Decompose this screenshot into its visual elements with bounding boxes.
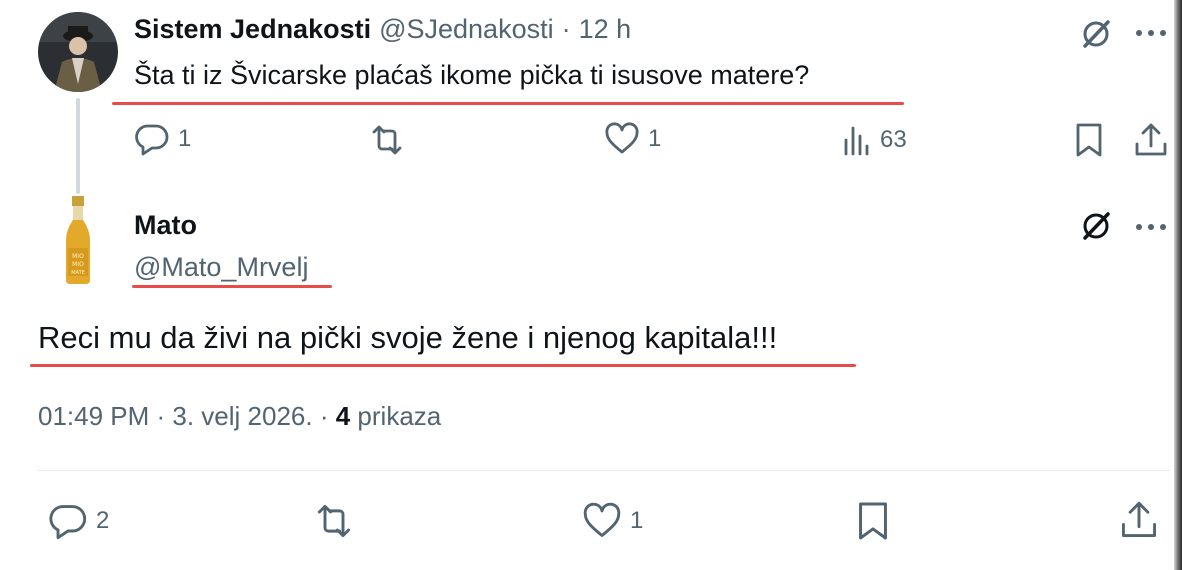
reply-button[interactable]: 1 [134, 122, 191, 156]
red-underline [132, 285, 332, 288]
svg-text:MATE: MATE [71, 270, 85, 276]
grok-icon[interactable] [1080, 18, 1112, 55]
reply-icon [48, 502, 88, 540]
separator-dot: · [561, 14, 571, 44]
main-author-name[interactable]: Mato [134, 210, 197, 241]
tweet-meta: 01:49 PM · 3. velj 2026. · 4 prikaza [38, 401, 441, 432]
svg-text:MIO: MIO [72, 253, 84, 260]
main-author-handle[interactable]: @Mato_Mrvelj [134, 252, 308, 283]
author-handle[interactable]: @SJednakosti [379, 14, 554, 45]
like-button[interactable]: 1 [582, 502, 643, 540]
views-icon [842, 124, 872, 156]
bookmark-icon[interactable] [1074, 122, 1104, 163]
views-number: 4 [335, 401, 351, 431]
reply-count: 1 [178, 125, 192, 152]
thread-connector [76, 98, 80, 194]
like-count: 1 [648, 125, 662, 152]
views-button[interactable]: 63 [842, 124, 907, 156]
retweet-icon [368, 124, 406, 156]
avatar-sistem-jednakosti[interactable] [38, 12, 118, 92]
like-button[interactable]: 1 [604, 122, 661, 156]
share-icon[interactable] [1134, 122, 1168, 163]
reply-button[interactable]: 2 [48, 502, 109, 540]
more-icon[interactable] [1134, 26, 1168, 44]
avatar-mato[interactable]: MIO MIO MATE [38, 196, 118, 284]
like-icon [604, 122, 640, 156]
bookmark-icon[interactable] [856, 500, 890, 547]
tweet-timestamp[interactable]: 01:49 PM · 3. velj 2026. · [38, 401, 336, 431]
svg-text:MIO: MIO [72, 261, 84, 268]
retweet-icon [312, 503, 356, 539]
grok-icon[interactable] [1080, 210, 1112, 247]
author-name[interactable]: Sistem Jednakosti [134, 14, 371, 45]
reply-text: Šta ti iz Švicarske plaćaš ikome pička t… [134, 60, 810, 90]
retweet-button[interactable] [312, 503, 356, 539]
window-edge [1174, 0, 1182, 570]
red-underline [112, 102, 904, 105]
views-label: prikaza [357, 401, 442, 431]
more-icon[interactable] [1134, 220, 1168, 238]
retweet-button[interactable] [368, 124, 406, 156]
like-icon [582, 502, 622, 540]
reply-icon [134, 122, 170, 156]
like-count: 1 [630, 507, 644, 534]
reply-header: Sistem Jednakosti @SJednakosti · 12 h [134, 14, 631, 45]
reply-count: 2 [96, 507, 110, 534]
divider [38, 470, 1170, 471]
views-count: 63 [880, 126, 907, 153]
red-underline [30, 364, 856, 367]
main-tweet-text: Reci mu da živi na pički svoje žene i nj… [38, 320, 778, 355]
tweet-time[interactable]: 12 h [579, 14, 632, 45]
share-icon[interactable] [1120, 500, 1158, 545]
